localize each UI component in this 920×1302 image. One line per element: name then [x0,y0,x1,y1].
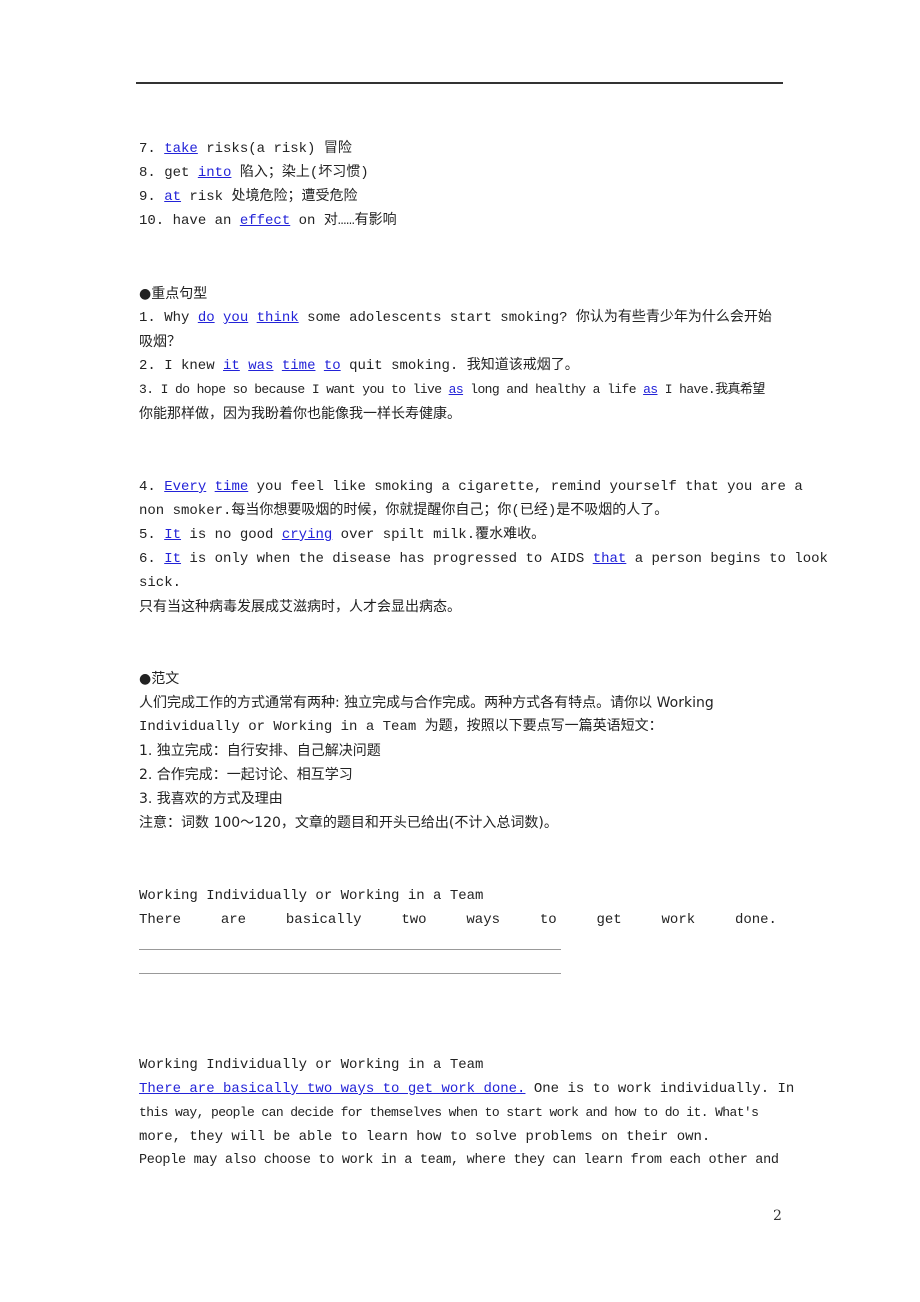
opening-word: basically [285,912,362,928]
phrase-text: get [164,165,198,181]
phrase-item: 7. take risks(a risk) 冒险 [139,137,352,161]
opening-word: are [220,912,247,928]
answer-line: more, they will be able to learn how to … [139,1129,711,1145]
opening-word: get [596,912,622,928]
answer-blank-line[interactable] [139,949,561,950]
keyword: It [164,551,182,567]
answer-title: Working Individually or Working in a Tea… [139,1057,484,1073]
item-number: 8. [139,165,165,181]
sentence-5: 5. It is no good crying over spilt milk.… [139,527,546,543]
sentence-6-translation: 只有当这种病毒发展成艾滋病时，人才会显出病态。 [139,599,461,615]
sentence-2: 2. I knew it was time to quit smoking. 我… [139,358,579,374]
opening-word: work [661,912,696,928]
sentence-4-cont: non smoker.每当你想要吸烟的时候，你就提醒你自己；你(已经)是不吸烟的… [139,503,669,519]
item-number: 7. [139,141,165,157]
keyword: it [223,358,240,374]
sentence-1: 1. Why do you think some adolescents sta… [139,310,772,326]
keyword: time [281,358,316,374]
sentence-6: 6. It is only when the disease has progr… [139,551,828,567]
keyword: crying [281,527,333,543]
item-number: 9. [139,189,165,205]
keyword: you [223,310,249,326]
essay-heading: ●范文 [139,671,180,687]
keyword: was [248,358,274,374]
keyword: at [164,189,182,205]
keyword: as [448,382,464,397]
phrase-item: 9. at risk 处境危险；遭受危险 [139,185,357,209]
header-rule [136,82,783,84]
answer-line: this way, people can decide for themselv… [139,1105,759,1120]
opening-word: done. [734,912,777,928]
opening-word: There [139,912,182,928]
phrase-text: have an [172,213,240,229]
prompt-note: 注意：词数 100～120，文章的题目和开头已给出(不计入总词数)。 [139,815,558,831]
sentence-3: 3. I do hope so because I want you to li… [139,382,765,397]
phrase-item: 8. get into 陷入；染上(坏习惯) [139,161,369,185]
keyword: do [197,310,215,326]
keyword: effect [239,213,291,229]
sentence-1-cont: 吸烟？ [139,334,181,350]
exercise-opening: There are basically two ways to get work done. [139,908,777,932]
sentences-heading: ●重点句型 [139,286,208,302]
prompt-line: 3. 我喜欢的方式及理由 [139,791,283,807]
phrase-text: 陷入；染上(坏习惯) [231,165,369,181]
sentence-3-cont: 你能那样做，因为我盼着你也能像我一样长寿健康。 [139,406,461,422]
sentence-4: 4. Every time you feel like smoking a ci… [139,479,803,495]
prompt-line: Individually or Working in a Team 为题，按照以… [139,719,663,735]
keyword: think [256,310,299,326]
keyword: as [643,382,658,397]
item-number: 10. [139,213,173,229]
prompt-line: 人们完成工作的方式通常有两种: 独立完成与合作完成。两种方式各有特点。请你以 W… [139,695,714,711]
phrase-text: on 对……有影响 [290,213,397,229]
keyword: that [592,551,627,567]
given-opening: There are basically two ways to get work… [139,1081,526,1097]
keyword: time [214,479,249,495]
sentence-6-cont: sick. [139,575,182,591]
opening-word: ways [466,912,500,928]
answer-line: There are basically two ways to get work… [139,1081,795,1097]
keyword: into [197,165,232,181]
phrase-text: risk 处境危险；遭受危险 [181,189,358,205]
opening-word: to [539,912,557,928]
keyword: Every [164,479,207,495]
phrase-text: risks(a risk) 冒险 [197,141,352,157]
keyword: It [164,527,182,543]
answer-line: People may also choose to work in a team… [139,1153,779,1168]
keyword: to [323,358,341,374]
page-number: 2 [773,1208,782,1224]
opening-word: two [401,912,427,928]
prompt-line: 1. 独立完成：自行安排、自己解决问题 [139,743,381,759]
prompt-line: 2. 合作完成：一起讨论、相互学习 [139,767,353,783]
keyword: take [164,141,198,157]
phrase-item: 10. have an effect on 对……有影响 [139,209,397,233]
exercise-title: Working Individually or Working in a Tea… [139,888,484,904]
answer-blank-line[interactable] [139,973,561,974]
